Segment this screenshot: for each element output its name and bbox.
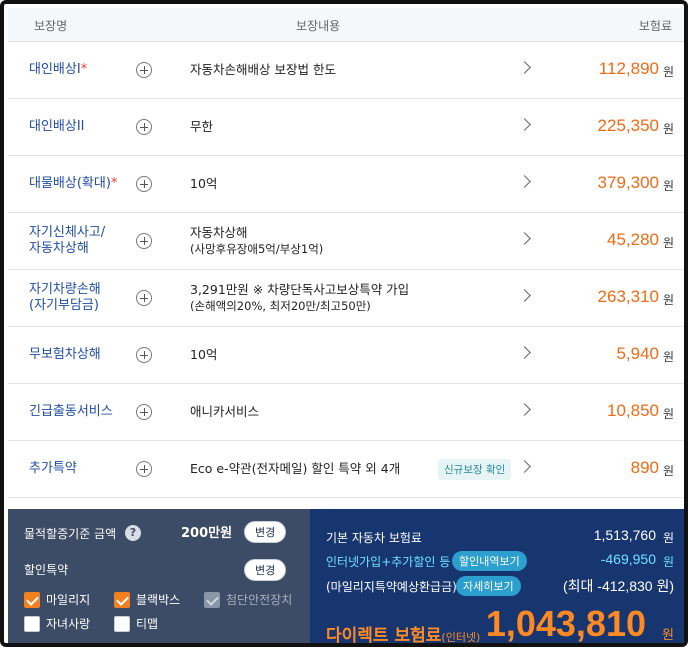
premium-amount: 379,300 — [597, 173, 659, 192]
currency-unit: 원 — [662, 293, 674, 307]
currency-unit: 원 — [662, 65, 674, 79]
plus-circle-icon[interactable] — [136, 119, 152, 135]
coverage-desc: 10억 — [190, 176, 218, 191]
currency-unit: 원 — [662, 236, 674, 250]
direct-premium-value: 1,043,810 — [485, 603, 646, 644]
table-row[interactable]: 긴급출동서비스 애니카서비스 10,850 원 — [8, 384, 684, 441]
coverage-desc: Eco e-약관(전자메일) 할인 특약 외 4개 — [190, 461, 401, 476]
base-premium-value: 1,513,760 — [593, 527, 656, 543]
currency-unit: 원 — [662, 179, 674, 193]
premium-amount: 10,850 — [607, 401, 659, 420]
coverage-name: 대인배상I* — [29, 62, 88, 77]
mileage-refund-value: (최대 -412,830 원) — [562, 578, 674, 594]
coverage-name: 대인배상II — [29, 119, 85, 134]
discount-details-button[interactable]: 할인내역보기 — [452, 551, 527, 571]
checkbox-advanced-safety: 첨단안전장치 — [204, 591, 292, 608]
checkbox-checked-icon[interactable] — [24, 591, 40, 608]
checkbox-blackbox[interactable]: 블랙박스 — [114, 591, 180, 608]
quote-screen: 보장명 보장내용 보험료 대인배상I* 자동차손해배상 보장법 한도 112,8… — [0, 0, 688, 647]
base-premium-label: 기본 자동차 보험료 — [326, 531, 422, 545]
col-header-premium: 보험료 — [638, 19, 672, 33]
table-row[interactable]: 대인배상I* 자동차손해배상 보장법 한도 112,890 원 — [8, 42, 684, 99]
checkbox-disabled-icon — [204, 591, 220, 608]
table-row[interactable]: 자기신체사고/자동차상해 자동차상해 (사망후유장애5억/부상1억) 45,280… — [8, 213, 684, 270]
chevron-right-icon[interactable] — [518, 118, 531, 131]
coverage-desc: 자동차상해 (사망후유장애5억/부상1억) — [190, 225, 324, 256]
plus-circle-icon[interactable] — [136, 176, 152, 192]
chevron-right-icon[interactable] — [518, 61, 531, 74]
plus-circle-icon[interactable] — [136, 62, 152, 78]
currency-unit: 원 — [662, 531, 674, 545]
table-row[interactable]: 자기차량손해 (자기부담금) 3,291만원 ※ 차량단독사고보상특약 가입 (손해… — [8, 270, 684, 327]
mileage-refund-label: (마일리지특약예상환급금) — [326, 580, 457, 594]
premium-amount: 225,350 — [597, 116, 659, 135]
currency-unit: 원 — [662, 350, 674, 364]
plus-circle-icon[interactable] — [136, 461, 152, 477]
coverage-desc: 애니카서비스 — [190, 404, 260, 419]
change-threshold-button[interactable]: 변경 — [244, 521, 287, 543]
coverage-desc: 자동차손해배상 보장법 한도 — [190, 62, 336, 77]
premium-amount: 112,890 — [598, 59, 659, 78]
checkbox-unchecked-icon[interactable] — [24, 615, 40, 632]
premium-amount: 890 — [630, 458, 659, 477]
currency-unit: 원 — [662, 407, 674, 421]
checkbox-mileage[interactable]: 마일리지 — [24, 591, 90, 608]
plus-circle-icon[interactable] — [136, 233, 152, 249]
currency-unit: 원 — [662, 464, 674, 478]
direct-premium-label: 다이렉트 보험료(인터넷) — [326, 626, 481, 646]
checkbox-checked-icon[interactable] — [114, 591, 130, 608]
col-header-name: 보장명 — [34, 19, 68, 33]
plus-circle-icon[interactable] — [136, 347, 152, 363]
coverage-name: 대물배상(확대)* — [29, 176, 118, 191]
premium-amount: 5,940 — [616, 344, 659, 363]
premium-amount: 263,310 — [597, 287, 659, 306]
discount-rider-label: 할인특약 — [24, 563, 69, 577]
discount-label: 인터넷가입+추가할인 등 — [326, 555, 451, 569]
table-row[interactable]: 무보험차상해 10억 5,940 원 — [8, 327, 684, 384]
chevron-right-icon[interactable] — [518, 460, 531, 473]
help-icon[interactable]: ? — [125, 525, 141, 541]
change-discount-button[interactable]: 변경 — [244, 559, 287, 581]
plus-circle-icon[interactable] — [136, 404, 152, 420]
chevron-right-icon[interactable] — [518, 175, 531, 188]
checkbox-tmap[interactable]: 티맵 — [114, 615, 158, 632]
coverage-name: 추가특약 — [29, 461, 77, 476]
coverage-name: 자기차량손해 (자기부담금) — [29, 282, 101, 313]
table-header: 보장명 보장내용 보험료 — [8, 8, 684, 42]
currency-unit: 원 — [662, 122, 674, 136]
currency-unit: 원 — [662, 628, 674, 643]
checkbox-child-love[interactable]: 자녀사랑 — [24, 615, 90, 632]
checkbox-unchecked-icon[interactable] — [114, 615, 130, 632]
table-row[interactable]: 대물배상(확대)* 10억 379,300 원 — [8, 156, 684, 213]
premium-summary-panel: 기본 자동차 보험료 1,513,760 원 인터넷가입+추가할인 등 할인내역… — [310, 509, 684, 646]
currency-unit: 원 — [662, 555, 674, 569]
coverage-desc: 3,291만원 ※ 차량단독사고보상특약 가입 (손해액의20%, 최저20만/최… — [190, 282, 410, 313]
coverage-desc: 10억 — [190, 347, 218, 362]
coverage-name: 자기신체사고/자동차상해 — [29, 225, 106, 256]
mileage-details-button[interactable]: 자세히보기 — [456, 576, 521, 596]
plus-circle-icon[interactable] — [136, 290, 152, 306]
discount-panel: 물적할증기준 금액 ? 200만원 변경 할인특약 변경 마일리지 블랙박스 첨… — [8, 509, 310, 643]
property-threshold-label: 물적할증기준 금액 — [24, 527, 117, 541]
table-row[interactable]: 대인배상II 무한 225,350 원 — [8, 99, 684, 156]
chevron-right-icon[interactable] — [518, 346, 531, 359]
coverage-desc: 무한 — [190, 119, 214, 134]
property-threshold-value: 200만원 — [181, 526, 233, 541]
discount-value: -469,950 — [600, 551, 656, 567]
chevron-right-icon[interactable] — [518, 232, 531, 245]
table-row[interactable]: 추가특약 Eco e-약관(전자메일) 할인 특약 외 4개 신규보장 확인 8… — [8, 441, 684, 498]
col-header-content: 보장내용 — [296, 19, 341, 33]
new-coverage-badge[interactable]: 신규보장 확인 — [438, 459, 512, 480]
chevron-right-icon[interactable] — [518, 289, 531, 302]
coverage-name: 무보험차상해 — [29, 347, 101, 362]
coverage-name: 긴급출동서비스 — [29, 404, 113, 419]
chevron-right-icon[interactable] — [518, 403, 531, 416]
premium-amount: 45,280 — [607, 230, 659, 249]
